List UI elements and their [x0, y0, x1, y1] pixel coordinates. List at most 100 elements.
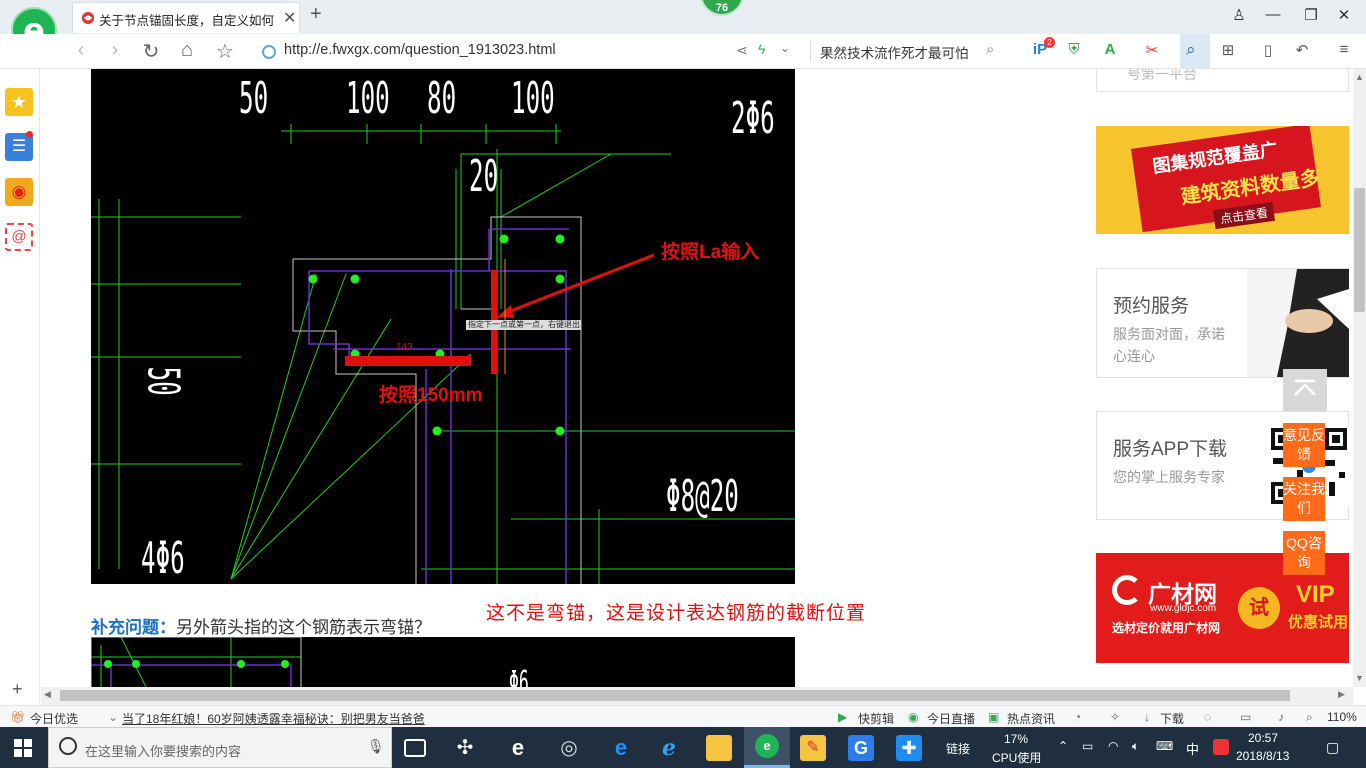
- shield-yuan-icon[interactable]: ⛨: [1064, 41, 1084, 61]
- refresh-icon[interactable]: ↻: [138, 39, 164, 64]
- clean-icon[interactable]: ◌: [1204, 710, 1211, 724]
- download-link[interactable]: 下载: [1160, 710, 1184, 727]
- notes-app-icon[interactable]: ✎: [800, 735, 826, 761]
- follow-us-button[interactable]: 关注我们: [1283, 477, 1325, 521]
- live-link[interactable]: 今日直播: [927, 710, 975, 727]
- home-icon[interactable]: ⌂: [174, 39, 200, 62]
- scroll-left-icon[interactable]: ◀: [44, 689, 51, 700]
- ime-indicator[interactable]: 中: [1186, 739, 1199, 758]
- task-view-icon[interactable]: [404, 739, 426, 757]
- banner-url: www.gldjc.com: [1150, 603, 1217, 614]
- mail-icon[interactable]: @: [5, 223, 33, 251]
- favorites-star-icon[interactable]: ★: [5, 88, 33, 116]
- hot-news-link[interactable]: 热点资讯: [1007, 710, 1055, 727]
- dim-label: 2Φ6: [731, 93, 775, 144]
- banner-slogan: 选材定价就用广材网: [1112, 621, 1221, 635]
- fan-app-icon[interactable]: ✣: [452, 735, 478, 761]
- active-tab[interactable]: 关于节点锚固长度，自定义如何设 ✕: [72, 2, 300, 33]
- close-window-button[interactable]: ✕: [1333, 6, 1355, 26]
- restore-button[interactable]: ❐: [1300, 6, 1322, 26]
- card-title: 预约服务: [1113, 296, 1190, 317]
- links-toolbar[interactable]: 链接: [946, 740, 970, 757]
- zoom-icon[interactable]: ⌕: [1306, 710, 1313, 725]
- question-text: 另外箭头指的这个钢筋表示弯锚？: [176, 618, 431, 637]
- minimize-button[interactable]: —: [1262, 6, 1284, 26]
- translate-icon[interactable]: A: [1100, 41, 1120, 61]
- scroll-down-icon[interactable]: ▼: [1355, 673, 1364, 683]
- add-sidebar-icon[interactable]: +: [12, 679, 23, 700]
- taskbar-search-placeholder: 在这里输入你要搜索的内容: [85, 744, 242, 759]
- site-favicon-icon: [82, 12, 94, 24]
- vertical-scrollbar[interactable]: [1353, 69, 1366, 687]
- qq-consult-button[interactable]: QQ咨询: [1283, 531, 1325, 575]
- shirt-icon[interactable]: ♙: [1228, 6, 1250, 26]
- ad-card-appointment[interactable]: 预约服务 服务面对面，承诺心连心: [1096, 268, 1349, 378]
- left-sidebar: ★ ☰ ◉ @ +: [0, 69, 40, 707]
- video-edit-icon: ▶: [838, 710, 848, 724]
- scroll-right-icon[interactable]: ▶: [1338, 689, 1345, 700]
- clock-time[interactable]: 20:57: [1248, 731, 1278, 745]
- clock-date[interactable]: 2018/8/13: [1236, 749, 1289, 763]
- active-browser-taskbar-item[interactable]: e: [744, 727, 790, 768]
- new-tab-button[interactable]: +: [310, 3, 322, 26]
- back-icon[interactable]: ‹: [68, 39, 94, 62]
- download-icon[interactable]: ↓: [1144, 710, 1150, 724]
- keyboard-icon[interactable]: ⌨: [1156, 739, 1173, 753]
- weibo-icon[interactable]: ◉: [5, 178, 33, 206]
- apps-grid-icon[interactable]: ⊞: [1218, 41, 1238, 61]
- forward-icon[interactable]: ›: [102, 39, 128, 62]
- banner-try: 试: [1238, 587, 1280, 629]
- search-tool-button[interactable]: ⌕: [1180, 34, 1210, 69]
- cad-tooltip: 指定下一点或第一点，右键退出: [468, 320, 580, 329]
- battery-icon[interactable]: ▭: [1082, 739, 1093, 753]
- close-tab-icon[interactable]: ✕: [283, 8, 296, 28]
- file-explorer-icon[interactable]: [706, 735, 732, 761]
- edge-browser-icon[interactable]: e: [608, 735, 634, 761]
- window-icon[interactable]: ▭: [1240, 710, 1251, 724]
- sogou-s-icon[interactable]: [1213, 739, 1229, 755]
- menu-icon[interactable]: ≡: [1334, 41, 1354, 61]
- dim-label: 4Φ6: [141, 533, 185, 584]
- vertical-scroll-thumb[interactable]: [1354, 188, 1365, 312]
- ie-browser-icon[interactable]: e: [505, 735, 531, 761]
- glodon-g-icon[interactable]: G: [848, 735, 874, 761]
- zoom-level[interactable]: 110%: [1327, 710, 1357, 724]
- speed-icon[interactable]: ◔: [1074, 710, 1081, 724]
- banner-atlas[interactable]: 图集规范覆盖广 建筑资料数量多 点击查看: [1096, 126, 1349, 234]
- feedback-button[interactable]: 意见反馈: [1283, 423, 1325, 467]
- ad-card-partial[interactable]: 号第一平台: [1096, 69, 1349, 92]
- windows-start-icon[interactable]: [14, 739, 32, 757]
- url-text[interactable]: http://e.fwxgx.com/question_1913023.html: [284, 42, 556, 58]
- quick-edit-link[interactable]: 快剪辑: [858, 710, 894, 727]
- chevron-down-icon[interactable]: ⌄: [780, 41, 790, 55]
- search-icon[interactable]: ⌕: [986, 41, 994, 58]
- search-suggestion[interactable]: 果然技术流作死才最可怕: [820, 42, 969, 62]
- answer-text: 这不是弯锚，这是设计表达钢筋的截断位置: [486, 602, 867, 624]
- back-to-top-button[interactable]: [1283, 369, 1327, 411]
- favorite-star-icon[interactable]: ☆: [212, 39, 238, 64]
- gift-icon: 🎁︎: [10, 710, 26, 724]
- lightning-icon[interactable]: ϟ: [758, 41, 765, 57]
- dim-label: 100: [346, 73, 390, 124]
- horizontal-scroll-thumb[interactable]: [60, 690, 1290, 701]
- microphone-icon[interactable]: 🎙︎: [367, 738, 385, 755]
- tablet-icon[interactable]: ▯: [1258, 41, 1278, 61]
- audio-icon[interactable]: ♪: [1278, 710, 1284, 724]
- taskbar-search-box[interactable]: 在这里输入你要搜索的内容 🎙︎: [48, 727, 392, 768]
- share-icon[interactable]: ⋖: [736, 42, 748, 59]
- undo-icon[interactable]: ↶: [1292, 41, 1312, 61]
- dim-label: 100: [511, 73, 555, 124]
- tray-expand-icon[interactable]: ⌃: [1058, 739, 1068, 753]
- pin-icon[interactable]: ✧: [1110, 710, 1120, 724]
- today-picks[interactable]: 今日优选: [30, 710, 78, 727]
- scissors-icon[interactable]: ✂: [1142, 41, 1162, 61]
- volume-icon[interactable]: 🔈︎: [1132, 739, 1139, 754]
- ie-blue-icon[interactable]: ℯ: [656, 735, 682, 761]
- notification-center-icon[interactable]: ▢: [1326, 739, 1339, 756]
- app-notify-icon[interactable]: ◎: [556, 735, 582, 761]
- wifi-icon[interactable]: ◠: [1108, 739, 1118, 753]
- plus-app-icon[interactable]: ✚: [896, 735, 922, 761]
- chevron-down-icon[interactable]: ⌄: [108, 710, 118, 724]
- news-ticker-link[interactable]: 当了18年红娘！60岁阿姨透露幸福秘诀：别把男友当爸爸: [122, 710, 425, 727]
- scroll-up-icon[interactable]: ▲: [1355, 72, 1364, 82]
